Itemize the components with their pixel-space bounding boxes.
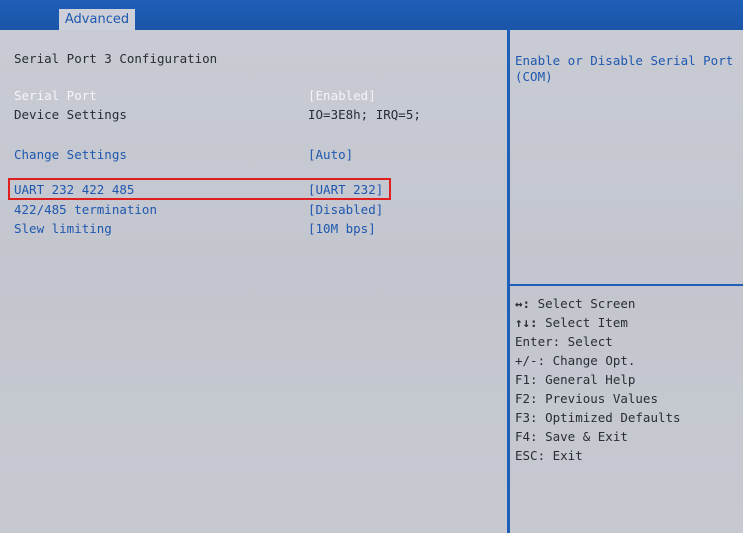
setting-row-device-settings: Device Settings IO=3E8h; IRQ=5; bbox=[0, 107, 507, 125]
key-name: F1: bbox=[515, 372, 538, 387]
setting-value[interactable]: [Disabled] bbox=[308, 202, 383, 217]
setting-value[interactable]: [Auto] bbox=[308, 147, 353, 162]
setting-value[interactable]: [UART 232] bbox=[308, 182, 383, 197]
key-action: Change Opt. bbox=[545, 353, 636, 368]
key-name: F2: bbox=[515, 391, 538, 406]
key-action: General Help bbox=[537, 372, 636, 387]
setting-label: Change Settings bbox=[14, 147, 127, 162]
key-line-f1: F1: General Help bbox=[515, 372, 740, 391]
setting-row-change-settings[interactable]: Change Settings [Auto] bbox=[0, 147, 507, 165]
key-name: F3: bbox=[515, 410, 538, 425]
key-line-f4: F4: Save & Exit bbox=[515, 429, 740, 448]
key-line-select-screen: ↔: Select Screen bbox=[515, 296, 740, 315]
key-action: Exit bbox=[545, 448, 583, 463]
key-line-esc: ESC: Exit bbox=[515, 448, 740, 467]
key-action: Save & Exit bbox=[537, 429, 628, 444]
help-panel: Enable or Disable Serial Port (COM) ↔: S… bbox=[510, 30, 743, 533]
top-menu-bar: Advanced bbox=[0, 0, 743, 30]
setting-row-slew-limiting[interactable]: Slew limiting [10M bps] bbox=[0, 221, 507, 239]
bios-screen: Advanced Serial Port 3 Configuration Ser… bbox=[0, 0, 743, 533]
key-name: Enter: bbox=[515, 334, 561, 349]
key-line-f2: F2: Previous Values bbox=[515, 391, 740, 410]
setting-row-uart-mode[interactable]: UART 232 422 485 [UART 232] bbox=[0, 182, 507, 200]
key-line-select-item: ↑↓: Select Item bbox=[515, 315, 740, 334]
settings-panel: Serial Port 3 Configuration Serial Port … bbox=[0, 30, 507, 533]
section-title: Serial Port 3 Configuration bbox=[14, 51, 218, 66]
key-name: F4: bbox=[515, 429, 538, 444]
key-name: ↔: bbox=[515, 296, 531, 311]
setting-label: 422/485 termination bbox=[14, 202, 157, 217]
key-name: ESC: bbox=[515, 448, 546, 463]
setting-row-termination[interactable]: 422/485 termination [Disabled] bbox=[0, 202, 507, 220]
key-line-enter: Enter: Select bbox=[515, 334, 740, 353]
setting-label: Slew limiting bbox=[14, 221, 112, 236]
key-action: Select Screen bbox=[530, 296, 636, 311]
setting-value: IO=3E8h; IRQ=5; bbox=[308, 107, 421, 122]
key-action: Select bbox=[560, 334, 613, 349]
key-legend: ↔: Select Screen ↑↓: Select Item Enter: … bbox=[515, 296, 740, 467]
setting-value[interactable]: [10M bps] bbox=[308, 221, 376, 236]
key-name: +/-: bbox=[515, 353, 546, 368]
help-description: Enable or Disable Serial Port (COM) bbox=[515, 53, 734, 84]
setting-label: Serial Port bbox=[14, 88, 97, 103]
setting-label: UART 232 422 485 bbox=[14, 182, 135, 197]
help-divider bbox=[510, 284, 743, 286]
key-line-change-opt: +/-: Change Opt. bbox=[515, 353, 740, 372]
key-line-f3: F3: Optimized Defaults bbox=[515, 410, 740, 429]
setting-label: Device Settings bbox=[14, 107, 127, 122]
tab-advanced[interactable]: Advanced bbox=[59, 9, 135, 30]
key-action: Optimized Defaults bbox=[537, 410, 681, 425]
key-action: Previous Values bbox=[537, 391, 658, 406]
setting-row-serial-port[interactable]: Serial Port [Enabled] bbox=[0, 88, 507, 106]
key-name: ↑↓: bbox=[515, 315, 538, 330]
setting-value[interactable]: [Enabled] bbox=[308, 88, 376, 103]
key-action: Select Item bbox=[537, 315, 628, 330]
